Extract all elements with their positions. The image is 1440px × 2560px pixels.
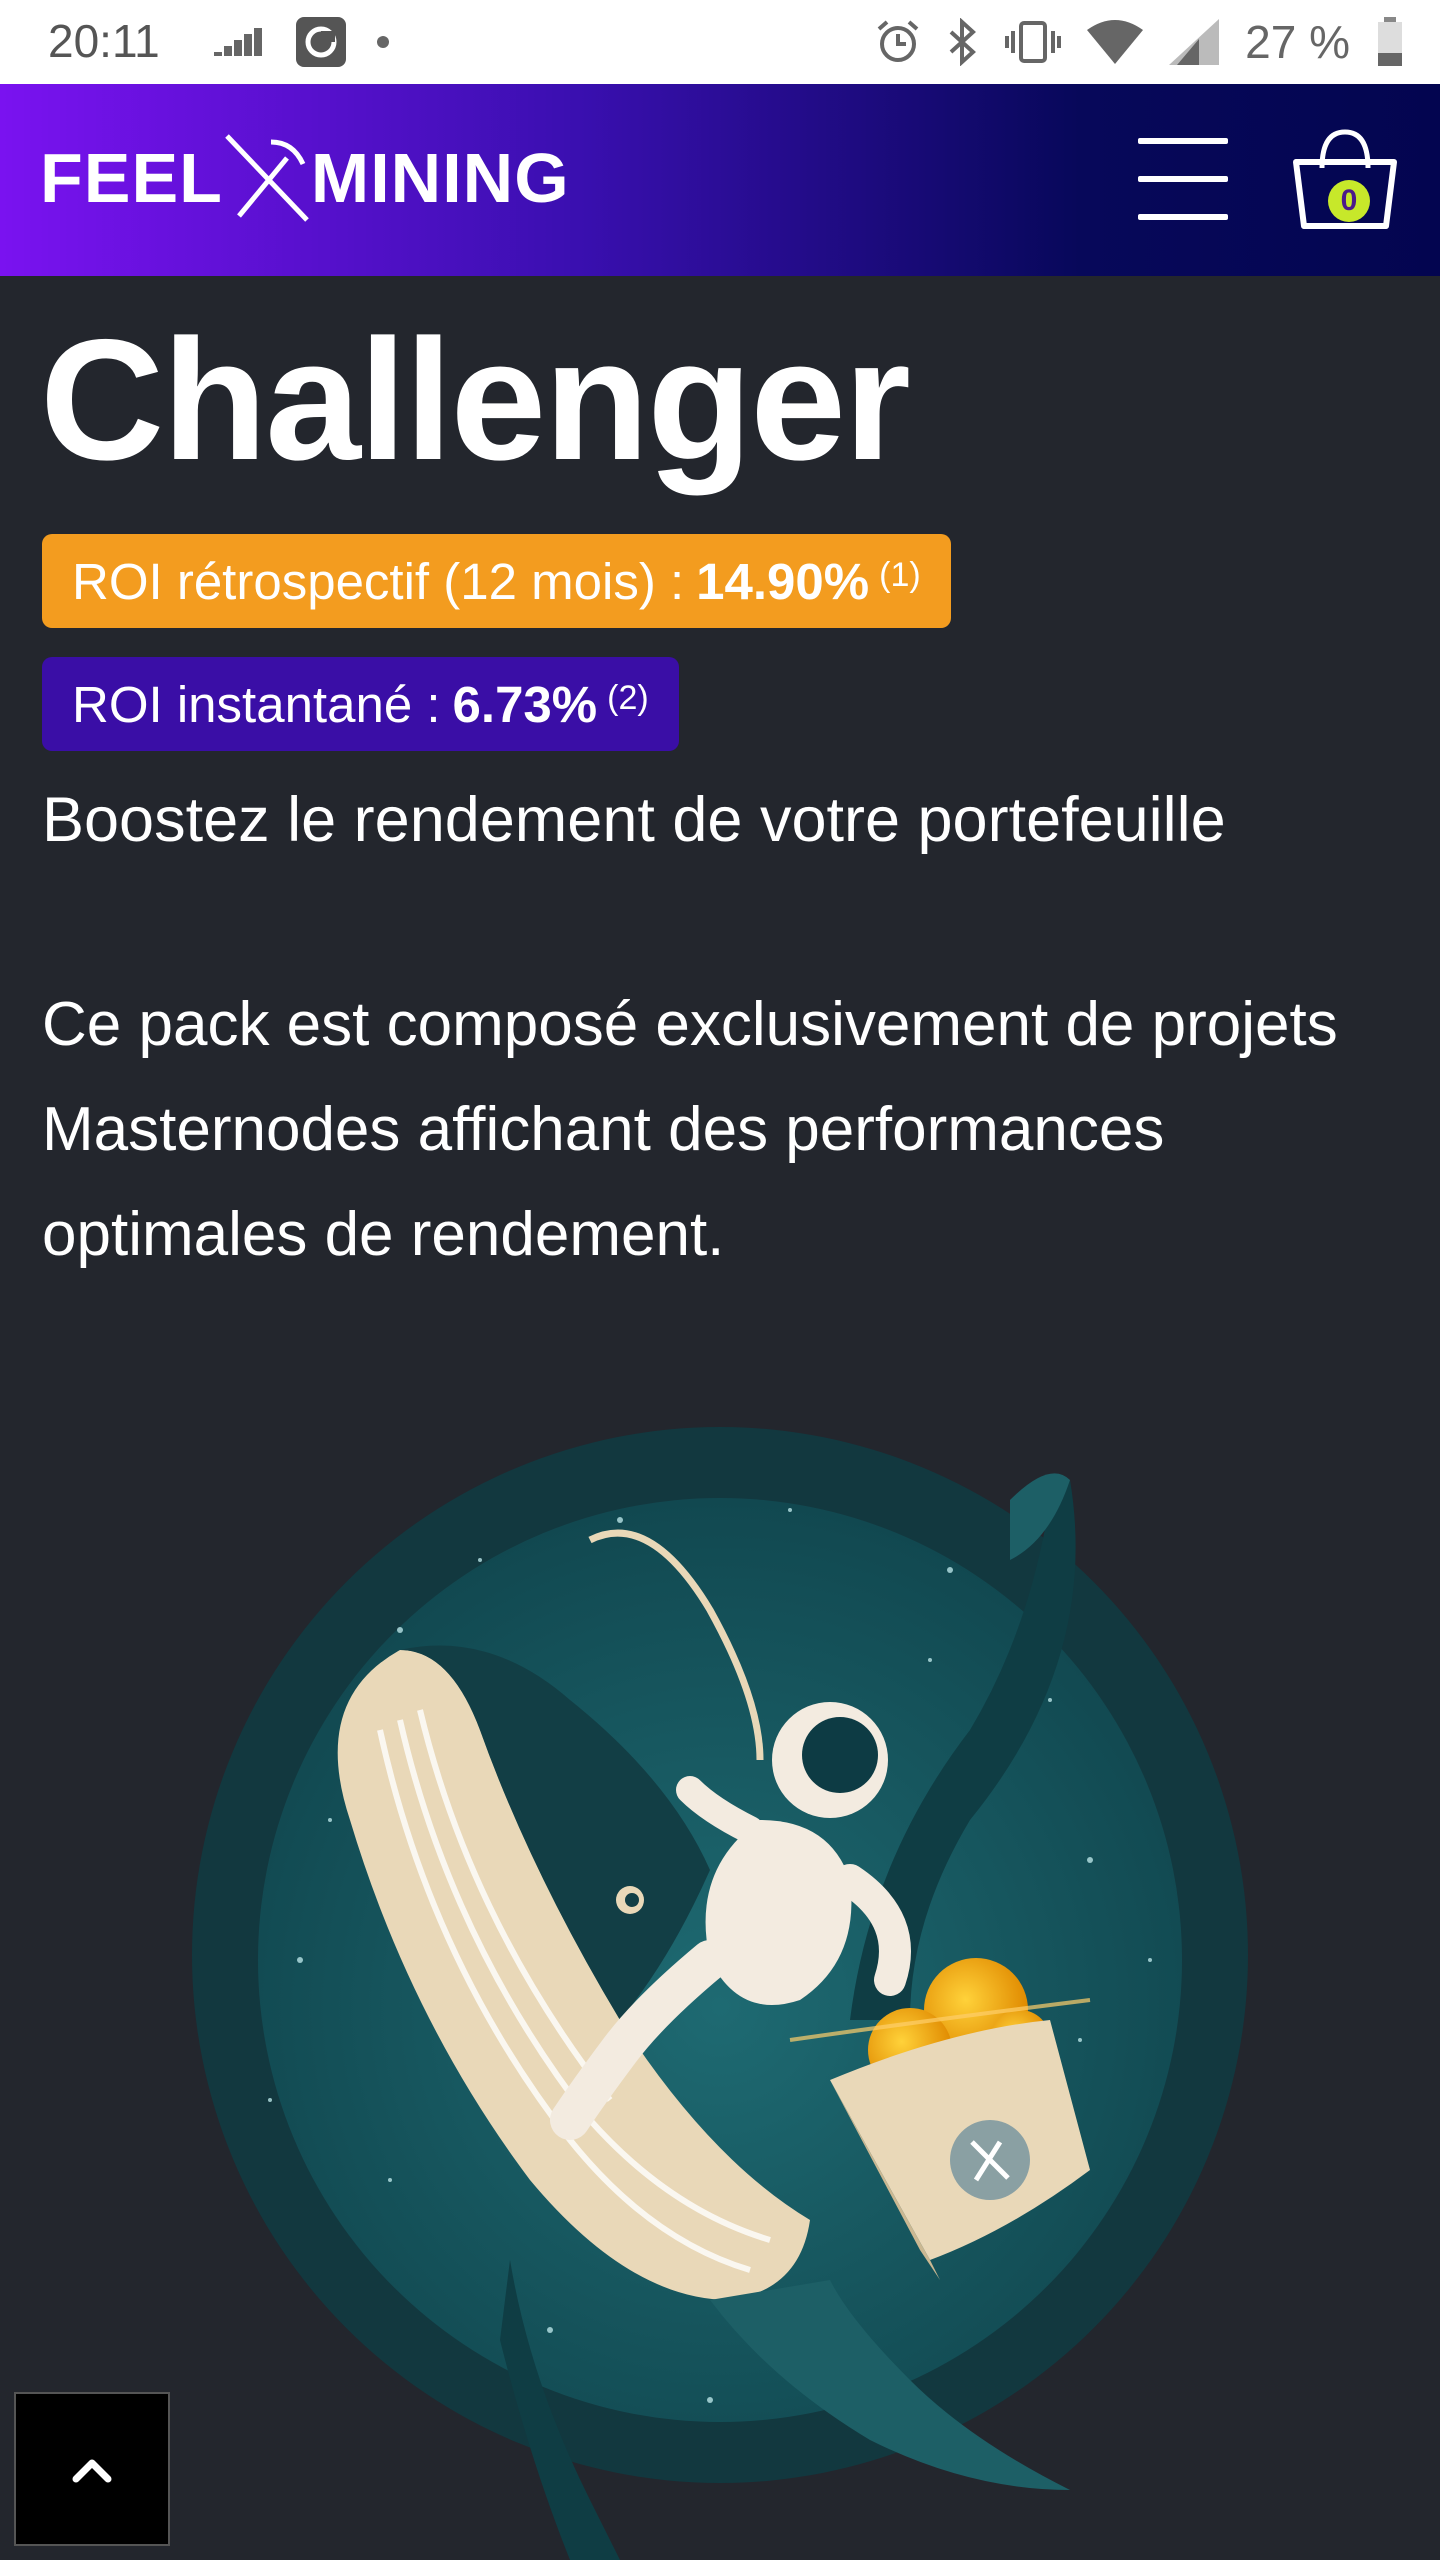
bluetooth-icon — [949, 18, 977, 66]
dot-icon — [377, 36, 389, 48]
status-right-icons: 27 % — [875, 14, 1404, 70]
roi-instant-value: 6.73% — [452, 675, 598, 733]
app-icon — [296, 17, 346, 67]
vibrate-icon — [1005, 21, 1062, 63]
menu-button[interactable] — [1138, 138, 1228, 220]
battery-icon — [1378, 17, 1402, 66]
pickaxe-icon — [225, 134, 309, 222]
cell-signal-icon — [1169, 19, 1220, 65]
status-left-icons — [214, 17, 390, 67]
chevron-up-icon — [72, 2459, 112, 2483]
status-bar: 20:11 27 % — [0, 0, 1440, 84]
cart-count-badge: 0 — [1328, 180, 1370, 222]
roi-instant-label: ROI instantané : — [72, 675, 441, 733]
roi-retrospective-footnote[interactable]: (1) — [879, 556, 921, 595]
roi-retrospective-value: 14.90% — [696, 552, 870, 610]
logo-text-mining: MINING — [310, 139, 570, 217]
scroll-to-top-button[interactable] — [14, 2392, 170, 2546]
hamburger-icon — [1138, 138, 1228, 144]
logo-text-feel: FEEL — [40, 139, 223, 217]
roi-instant-footnote[interactable]: (2) — [607, 679, 649, 718]
wifi-icon — [1087, 20, 1144, 64]
battery-percent: 27 % — [1245, 16, 1350, 68]
product-title: Challenger — [40, 304, 911, 496]
status-time: 20:11 — [48, 15, 160, 67]
astronaut-whale-illustration — [192, 1427, 1248, 2560]
feelmining-logo[interactable]: FEEL MINING — [40, 128, 570, 228]
roi-instant-badge: ROI instantané : 6.73% (2) — [42, 657, 679, 751]
site-header: FEEL MINING 0 — [0, 84, 1440, 276]
roi-retrospective-label: ROI rétrospectif (12 mois) : — [72, 552, 685, 610]
product-subtitle: Boostez le rendement de votre portefeuil… — [42, 785, 1226, 855]
roi-retrospective-badge: ROI rétrospectif (12 mois) : 14.90% (1) — [42, 534, 951, 628]
alarm-icon — [877, 20, 919, 62]
cart-button[interactable]: 0 — [1292, 128, 1398, 232]
signal-bars-icon — [214, 28, 262, 56]
product-description: Ce pack est composé exclusivement de pro… — [42, 990, 1338, 1269]
